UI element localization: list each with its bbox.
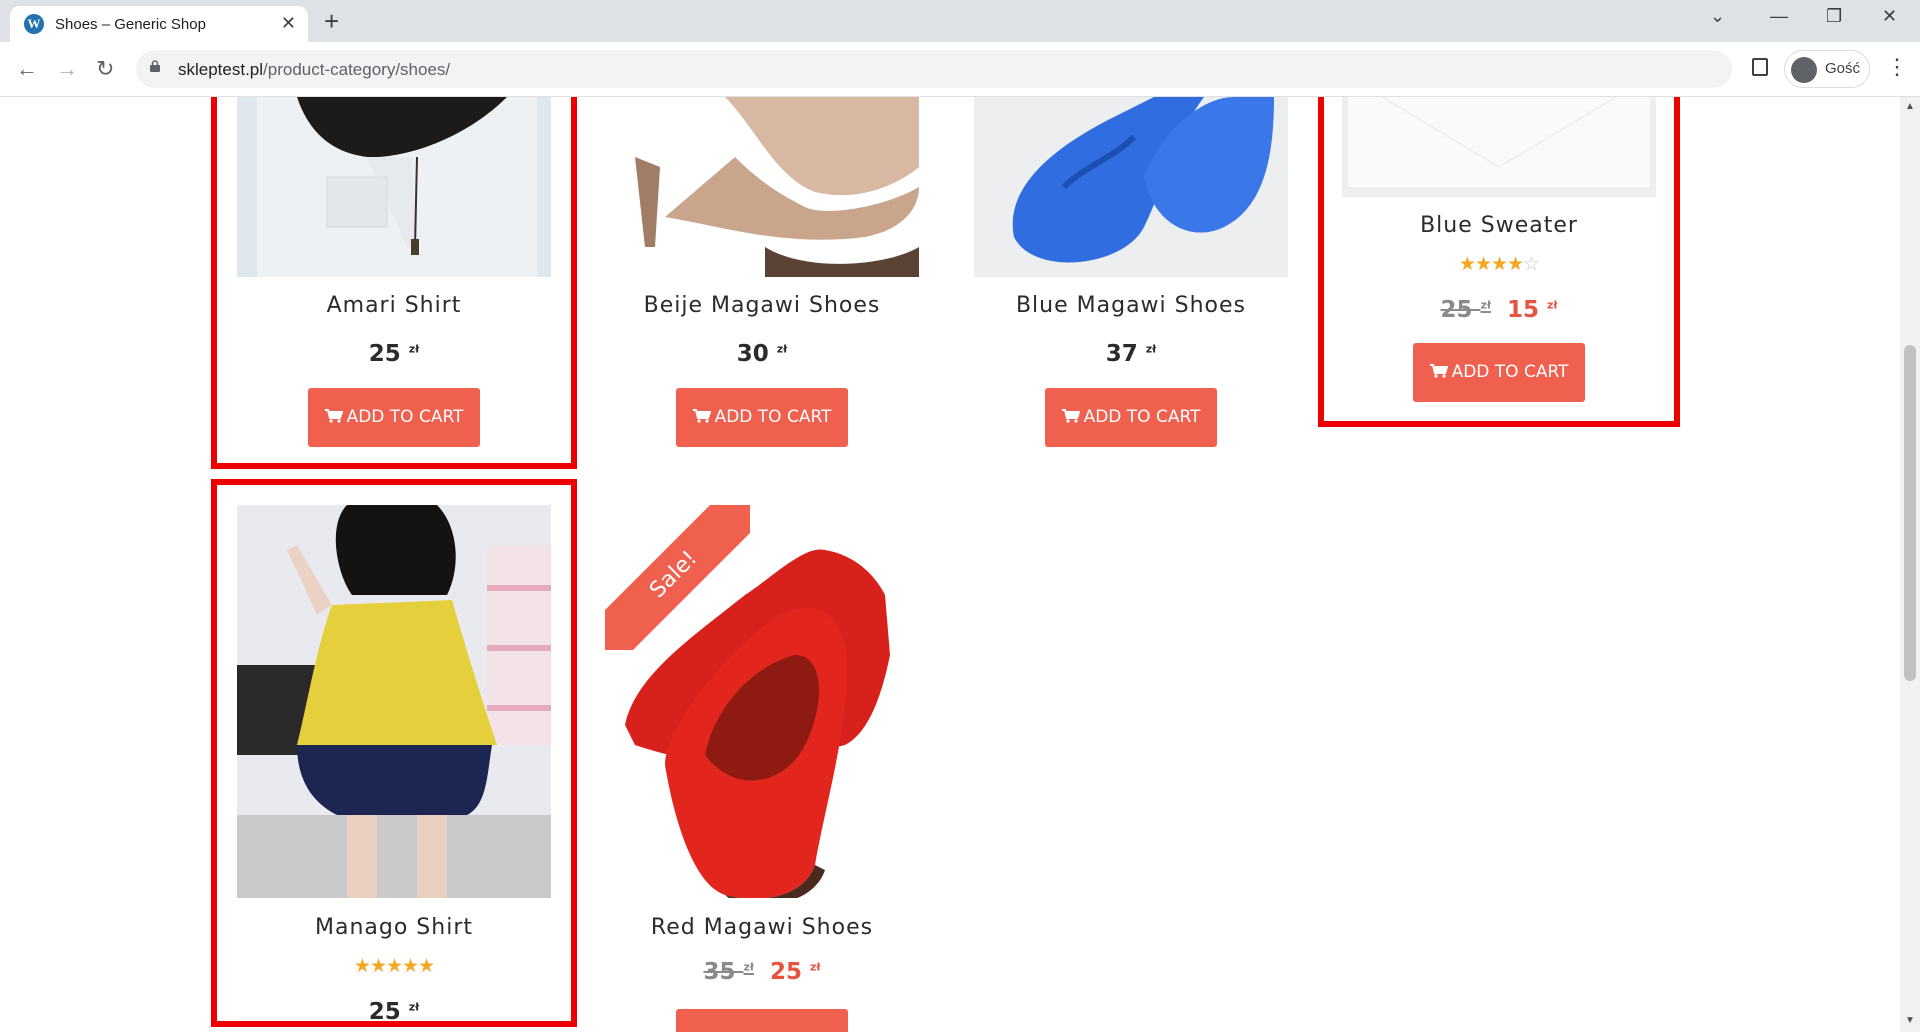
tab-search-icon[interactable]: ⌄ [1710, 6, 1725, 27]
url-path: /product-category/shoes/ [263, 60, 451, 79]
scroll-down-icon[interactable]: ▼ [1905, 1015, 1915, 1026]
browser-toolbar: ← → ↻ skleptest.pl/product-category/shoe… [0, 42, 1920, 97]
sale-price: 25 zł [770, 959, 821, 985]
page-content: Amari Shirt 25 zł ADD TO CART Beije Maga… [0, 97, 1900, 1032]
product-image[interactable]: Sale! [605, 505, 919, 898]
product-image[interactable] [605, 97, 919, 277]
product-card: Blue Magawi Shoes 37 zł ADD TO CART [974, 97, 1288, 477]
reload-icon[interactable]: ↻ [96, 56, 114, 82]
highlight-box [211, 97, 577, 469]
scroll-up-icon[interactable]: ▲ [1905, 101, 1915, 112]
browser-tab-bar: W Shoes – Generic Shop ✕ + ⌄ — ❐ ✕ [0, 0, 1920, 42]
forward-icon[interactable]: → [56, 56, 78, 82]
product-name[interactable]: Beije Magawi Shoes [605, 293, 919, 318]
highlight-box [211, 479, 577, 1027]
currency: zł [1145, 342, 1157, 356]
product-card: Beije Magawi Shoes 30 zł ADD TO CART [605, 97, 919, 477]
profile-button[interactable]: Gość [1784, 50, 1870, 88]
price-value: 30 [736, 341, 769, 367]
tab-title: Shoes – Generic Shop [55, 16, 206, 33]
browser-tab[interactable]: W Shoes – Generic Shop ✕ [10, 6, 308, 42]
sale-badge: Sale! [605, 505, 750, 650]
close-tab-icon[interactable]: ✕ [281, 13, 296, 34]
old-price: 35 zł [703, 959, 754, 985]
currency: zł [743, 960, 754, 974]
sale-price-value: 25 [770, 959, 803, 985]
product-price: 37 zł [974, 341, 1288, 367]
lock-icon [150, 60, 160, 72]
product-price: 30 zł [605, 341, 919, 367]
scrollbar[interactable]: ▲ ▼ [1900, 97, 1920, 1032]
minimize-icon[interactable]: — [1770, 6, 1788, 27]
currency: zł [776, 342, 788, 356]
old-price-value: 35 [703, 959, 736, 985]
wordpress-icon: W [24, 14, 44, 34]
sale-ribbon: Sale! [605, 505, 750, 650]
product-name[interactable]: Blue Magawi Shoes [974, 293, 1288, 318]
restore-icon[interactable]: ❐ [1826, 6, 1842, 27]
currency: zł [810, 960, 821, 974]
close-window-icon[interactable]: ✕ [1882, 6, 1897, 27]
button-label: ADD TO CART [714, 407, 832, 427]
cart-icon [692, 409, 711, 423]
avatar [1791, 57, 1817, 83]
product-image[interactable] [974, 97, 1288, 277]
product-card: Sale! Red Magawi Shoes 35 zł 25 zł [605, 505, 919, 1032]
highlight-box [1318, 97, 1680, 427]
new-tab-icon[interactable]: + [324, 6, 339, 37]
back-icon[interactable]: ← [16, 56, 38, 82]
cart-icon [1061, 409, 1080, 423]
profile-name: Gość [1825, 60, 1861, 77]
add-to-cart-button[interactable]: ADD TO CART [1045, 388, 1217, 447]
address-bar[interactable]: skleptest.pl/product-category/shoes/ [136, 50, 1732, 88]
menu-icon[interactable]: ⋮ [1886, 54, 1908, 80]
url-text: skleptest.pl/product-category/shoes/ [178, 60, 450, 80]
scrollbar-thumb[interactable] [1904, 345, 1916, 681]
product-price: 35 zł 25 zł [605, 959, 919, 985]
url-domain: skleptest.pl [178, 60, 264, 79]
button-label: ADD TO CART [1083, 407, 1201, 427]
add-to-cart-button[interactable] [676, 1009, 848, 1032]
add-to-cart-button[interactable]: ADD TO CART [676, 388, 848, 447]
price-value: 37 [1105, 341, 1138, 367]
side-panel-icon[interactable] [1752, 58, 1768, 76]
product-name[interactable]: Red Magawi Shoes [605, 915, 919, 940]
